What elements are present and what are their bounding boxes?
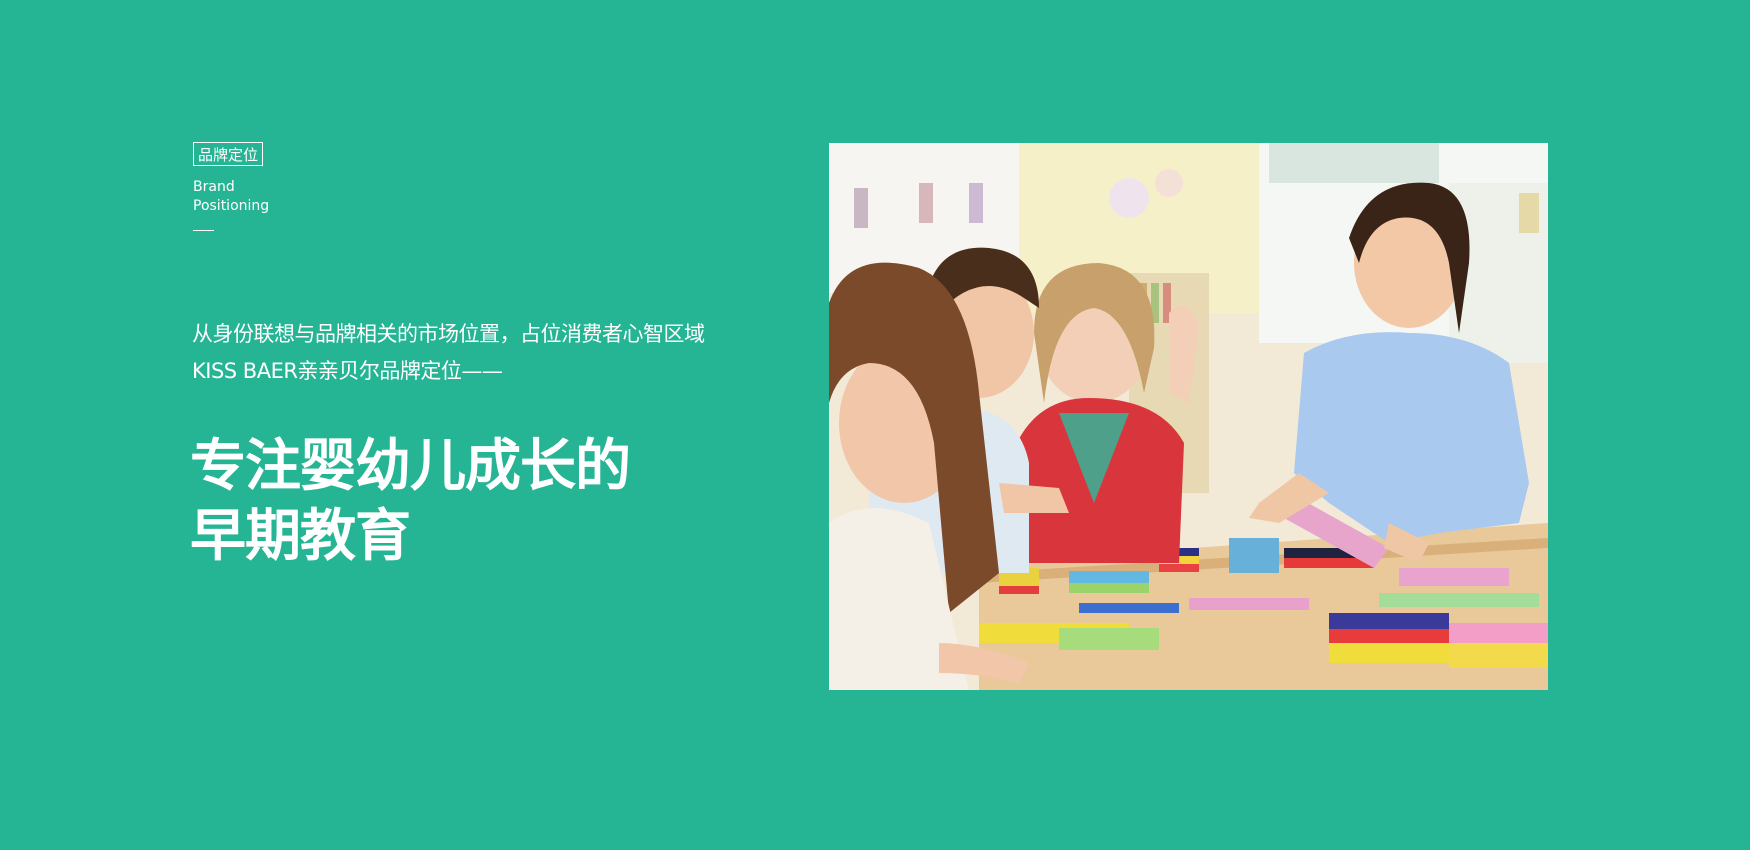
classroom-photo [829,143,1548,690]
section-tag-english: Brand Positioning [193,178,269,216]
headline-line-2: 早期教育 [190,504,411,569]
brand-positioning-section: 品牌定位 Brand Positioning 从身份联想与品牌相关的市场位置，占… [0,0,1750,850]
section-tag: 品牌定位 [193,142,264,166]
headline-line-1: 专注婴幼儿成长的 [190,434,631,499]
intro-line-1: 从身份联想与品牌相关的市场位置，占位消费者心智区域 [192,322,705,346]
headline: 专注婴幼儿成长的 早期教育 [190,432,631,572]
section-tag-english-line2: Positioning [193,198,270,214]
photo-illustration [829,143,1548,690]
intro-line-2: KISS BAER亲亲贝尔品牌定位—— [192,359,503,383]
section-tag-divider [193,230,214,231]
section-tag-english-line1: Brand [193,179,235,195]
intro-text: 从身份联想与品牌相关的市场位置，占位消费者心智区域 KISS BAER亲亲贝尔品… [192,316,705,390]
